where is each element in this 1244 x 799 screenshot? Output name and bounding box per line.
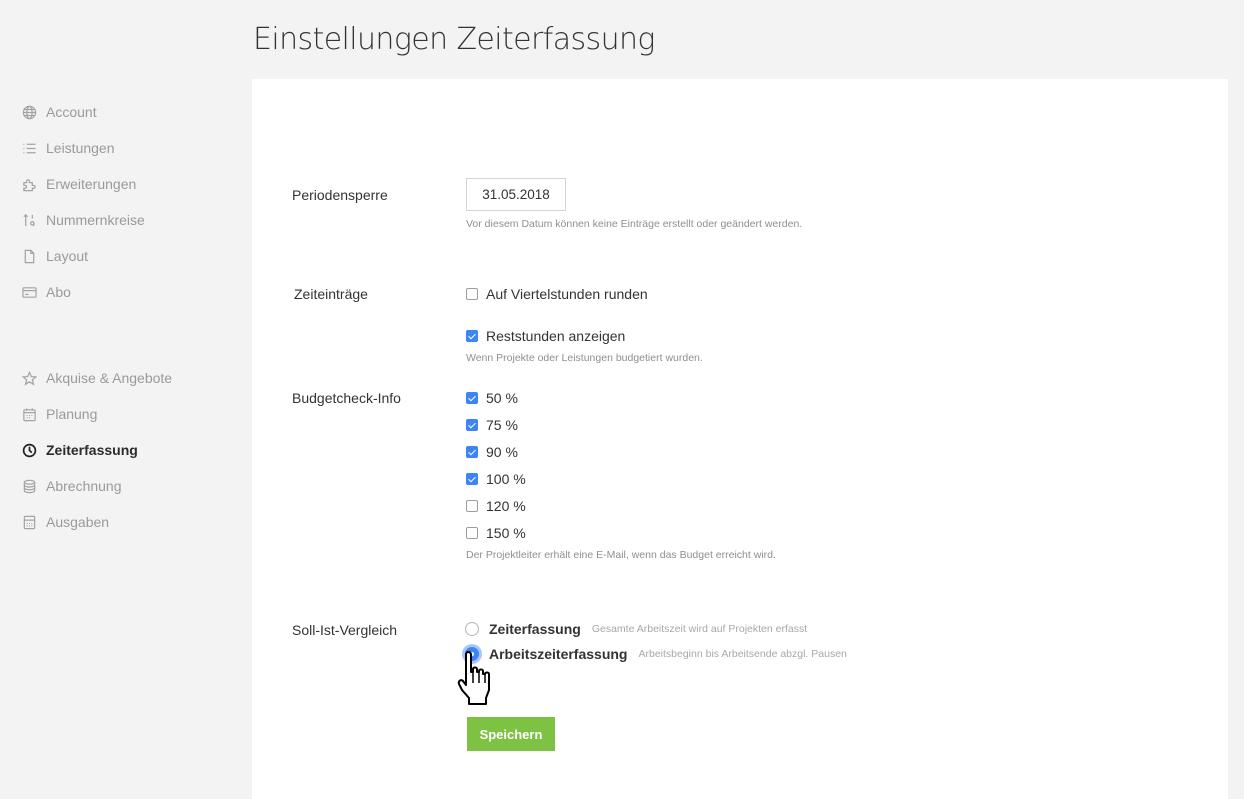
sidebar-item-label: Layout — [46, 248, 89, 264]
sidebar-settings-group: Account Leistungen Erweiterungen Nummern… — [21, 94, 145, 310]
page-title: Einstellungen Zeiterfassung — [253, 22, 655, 57]
sidebar-item-label: Leistungen — [46, 140, 115, 156]
checkbox[interactable] — [466, 446, 478, 458]
checkbox-label: 50 % — [486, 390, 518, 406]
soll-ist-label: Soll-Ist-Vergleich — [292, 622, 398, 638]
save-button[interactable]: Speichern — [467, 717, 555, 751]
radio-zeiterfassung[interactable]: Zeiterfassung Gesamte Arbeitszeit wird a… — [465, 621, 807, 637]
sidebar-item-ausgaben[interactable]: Ausgaben — [21, 504, 172, 540]
checkbox-label: 75 % — [486, 417, 518, 433]
sidebar-item-label: Abo — [46, 284, 71, 300]
sidebar-item-label: Erweiterungen — [46, 176, 137, 192]
checkbox-label: 120 % — [486, 498, 526, 514]
radio-button[interactable] — [465, 647, 479, 661]
sidebar-item-layout[interactable]: Layout — [21, 238, 145, 274]
checkbox-budget-150[interactable]: 150 % — [466, 525, 526, 541]
checkbox-label: Auf Viertelstunden runden — [486, 286, 648, 302]
sidebar-item-label: Planung — [46, 406, 98, 422]
checkbox[interactable] — [466, 330, 478, 342]
sidebar-modules-group: Akquise & Angebote Planung Zeiterfassung… — [21, 360, 172, 540]
checkbox[interactable] — [466, 527, 478, 539]
puzzle-icon — [21, 176, 37, 192]
sidebar-item-abo[interactable]: Abo — [21, 274, 145, 310]
checkbox-budget-100[interactable]: 100 % — [466, 471, 526, 487]
sidebar-item-label: Ausgaben — [46, 514, 110, 530]
checkbox-reststunden[interactable]: Reststunden anzeigen — [466, 328, 625, 344]
checkbox-label: Reststunden anzeigen — [486, 328, 626, 344]
zeiteintraege-label: Zeiteinträge — [294, 286, 368, 302]
star-icon — [21, 370, 37, 386]
budgetcheck-hint: Der Projektleiter erhält eine E-Mail, we… — [466, 549, 776, 561]
globe-icon — [21, 104, 37, 120]
sidebar-item-label: Zeiterfassung — [46, 442, 138, 458]
radio-description: Gesamte Arbeitszeit wird auf Projekten e… — [591, 623, 808, 635]
radio-label: Arbeitszeiterfassung — [489, 646, 628, 662]
checkbox-label: 90 % — [486, 444, 518, 460]
sidebar-item-nummernkreise[interactable]: Nummernkreise — [21, 202, 145, 238]
sidebar-item-label: Nummernkreise — [46, 212, 145, 228]
sidebar-item-leistungen[interactable]: Leistungen — [21, 130, 145, 166]
periodensperre-date-input[interactable] — [466, 178, 566, 211]
checkbox-label: 100 % — [486, 471, 526, 487]
zeiteintraege-hint: Wenn Projekte oder Leistungen budgetiert… — [466, 352, 703, 364]
sort-numeric-icon — [21, 212, 37, 228]
checkbox-viertelstunden[interactable]: Auf Viertelstunden runden — [466, 286, 648, 302]
radio-button[interactable] — [465, 622, 479, 636]
sidebar-item-planung[interactable]: Planung — [21, 396, 172, 432]
radio-description: Arbeitsbeginn bis Arbeitsende abzgl. Pau… — [638, 648, 847, 660]
periodensperre-hint: Vor diesem Datum können keine Einträge e… — [466, 218, 803, 230]
sidebar-item-account[interactable]: Account — [21, 94, 145, 130]
sidebar-item-label: Account — [46, 104, 97, 120]
calculator-icon — [21, 514, 37, 530]
budgetcheck-label: Budgetcheck-Info — [292, 390, 401, 406]
checkbox[interactable] — [466, 500, 478, 512]
sidebar-item-erweiterungen[interactable]: Erweiterungen — [21, 166, 145, 202]
credit-card-icon — [21, 284, 37, 300]
checkbox[interactable] — [466, 419, 478, 431]
sidebar: Account Leistungen Erweiterungen Nummern… — [0, 0, 250, 799]
checkbox[interactable] — [466, 288, 478, 300]
checkbox-label: 150 % — [486, 525, 526, 541]
checkbox-budget-75[interactable]: 75 % — [466, 417, 518, 433]
sidebar-item-akquise[interactable]: Akquise & Angebote — [21, 360, 172, 396]
clock-icon — [21, 442, 37, 458]
radio-arbeitszeiterfassung[interactable]: Arbeitszeiterfassung Arbeitsbeginn bis A… — [465, 646, 847, 662]
sidebar-item-zeiterfassung[interactable]: Zeiterfassung — [21, 432, 172, 468]
database-icon — [21, 478, 37, 494]
radio-label: Zeiterfassung — [489, 621, 581, 637]
sidebar-item-label: Akquise & Angebote — [46, 370, 173, 386]
list-icon — [21, 140, 37, 156]
periodensperre-label: Periodensperre — [292, 187, 388, 203]
sidebar-item-label: Abrechnung — [46, 478, 122, 494]
sidebar-item-abrechnung[interactable]: Abrechnung — [21, 468, 172, 504]
file-icon — [21, 248, 37, 264]
calendar-icon — [21, 406, 37, 422]
checkbox[interactable] — [466, 473, 478, 485]
checkbox-budget-50[interactable]: 50 % — [466, 390, 518, 406]
checkbox-budget-90[interactable]: 90 % — [466, 444, 518, 460]
settings-panel: Periodensperre Vor diesem Datum können k… — [252, 79, 1228, 799]
checkbox[interactable] — [466, 392, 478, 404]
checkbox-budget-120[interactable]: 120 % — [466, 498, 526, 514]
